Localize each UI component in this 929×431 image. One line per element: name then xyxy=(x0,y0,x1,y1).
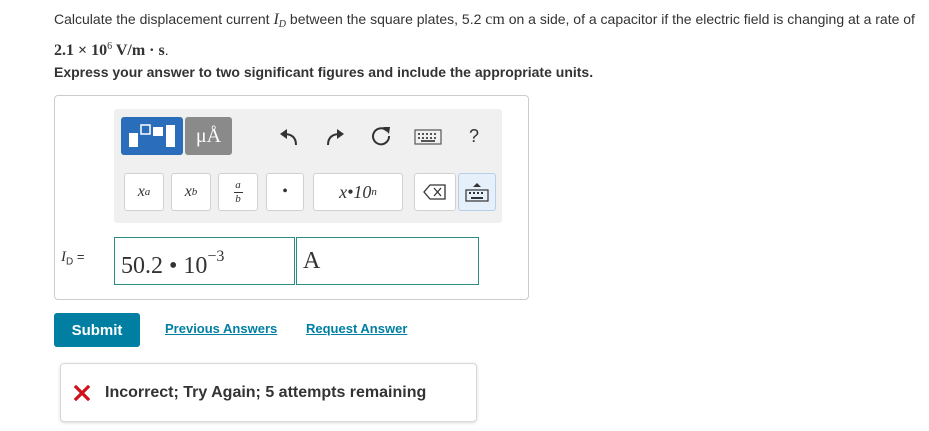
fraction-key[interactable]: a b xyxy=(218,173,258,211)
templates-icon[interactable] xyxy=(121,117,183,155)
instruction-text: Express your answer to two significant f… xyxy=(54,64,594,80)
feedback-text: Incorrect; Try Again; 5 attempts remaini… xyxy=(105,383,427,401)
answer-panel: μÅ ? x a x b a b • x•10 n ID = 50.2 • 10… xyxy=(54,95,529,300)
rate-value: 2.1 × 106 V/m · s xyxy=(54,41,165,59)
units-button[interactable]: μÅ xyxy=(185,117,232,155)
help-icon[interactable]: ? xyxy=(464,123,484,149)
reset-icon[interactable] xyxy=(368,123,394,149)
superscript-key[interactable]: xa xyxy=(124,173,164,211)
subscript-key[interactable]: xb xyxy=(171,173,211,211)
answer-value-field[interactable]: 50.2 • 10−3 xyxy=(114,237,295,285)
dot-key[interactable]: • xyxy=(266,173,304,211)
delete-key[interactable] xyxy=(414,173,456,211)
displacement-current-symbol: ID xyxy=(273,11,287,30)
feedback-box: Incorrect; Try Again; 5 attempts remaini… xyxy=(60,363,477,422)
keyboard-icon[interactable] xyxy=(413,127,443,147)
previous-answers-link[interactable]: Previous Answers xyxy=(165,321,277,336)
request-answer-link[interactable]: Request Answer xyxy=(306,321,407,336)
keyboard-up-icon xyxy=(465,183,489,202)
keyboard-toggle-key[interactable] xyxy=(458,173,496,211)
question-text: Calculate the displacement current ID be… xyxy=(54,11,915,59)
answer-unit-field[interactable]: A xyxy=(296,237,479,285)
backspace-icon xyxy=(423,184,446,200)
redo-icon[interactable] xyxy=(323,125,347,149)
math-toolbar: μÅ ? x a x b a b • x•10 n xyxy=(114,109,502,223)
scientific-notation-key[interactable]: x•10 n xyxy=(313,173,403,211)
submit-button[interactable]: Submit xyxy=(54,313,140,347)
undo-icon[interactable] xyxy=(277,125,301,149)
error-x-icon xyxy=(71,384,93,401)
answer-variable-label: ID = xyxy=(61,249,85,268)
